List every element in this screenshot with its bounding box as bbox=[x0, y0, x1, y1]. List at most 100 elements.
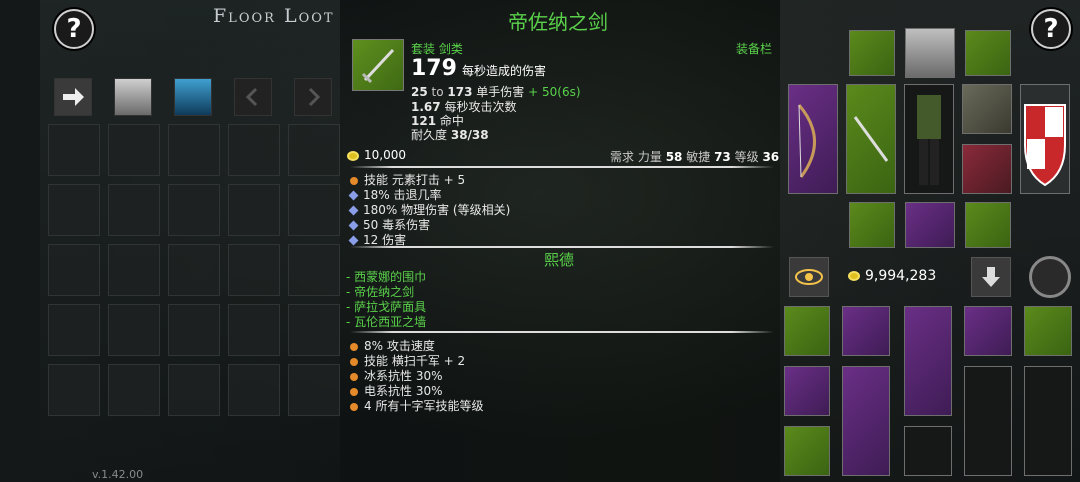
price-value: 10,000 bbox=[364, 148, 406, 162]
inventory-slot[interactable] bbox=[1024, 306, 1072, 356]
filter-white-button[interactable] bbox=[114, 78, 152, 116]
affix-text: 18% 击退几率 bbox=[363, 188, 442, 202]
armor-slot[interactable] bbox=[904, 84, 954, 194]
set-name: 熙德 bbox=[544, 251, 575, 269]
orange-bullet-icon bbox=[350, 176, 358, 185]
inventory-slot[interactable] bbox=[784, 306, 830, 356]
shield-icon bbox=[1024, 104, 1066, 187]
damage-min: 25 bbox=[411, 85, 428, 99]
inventory-slot[interactable] bbox=[842, 306, 890, 356]
set-bonus-text: 电系抗性 30% bbox=[364, 384, 443, 398]
loot-slot[interactable] bbox=[108, 364, 160, 416]
inventory-slot[interactable] bbox=[964, 306, 1012, 356]
loot-slot[interactable] bbox=[288, 244, 340, 296]
loot-slot[interactable] bbox=[288, 124, 340, 176]
inventory-slot[interactable] bbox=[784, 426, 830, 476]
chevron-left-icon bbox=[245, 87, 258, 107]
help-button-left[interactable]: ? bbox=[54, 9, 94, 49]
sort-down-button[interactable] bbox=[971, 257, 1011, 297]
affix-text: 技能 元素打击 + 5 bbox=[364, 173, 466, 187]
damage-bonus: + 50(6s) bbox=[528, 85, 581, 99]
floor-loot-title: Floor Loot bbox=[213, 5, 335, 27]
inventory-slot[interactable] bbox=[964, 366, 1012, 476]
gold-display: 9,994,283 bbox=[848, 268, 936, 284]
loot-slot[interactable] bbox=[48, 244, 100, 296]
loot-slot[interactable] bbox=[228, 364, 280, 416]
offhand-weapon-slot[interactable] bbox=[788, 84, 838, 194]
req-dex-label: 敏捷 bbox=[686, 150, 711, 164]
orange-bullet-icon bbox=[350, 402, 358, 411]
arrow-down-icon bbox=[982, 267, 1000, 287]
inventory-slot[interactable] bbox=[784, 366, 830, 416]
set-bonus-text: 冰系抗性 30% bbox=[364, 369, 443, 383]
help-button-right[interactable]: ? bbox=[1031, 9, 1071, 49]
equip-tag: 装备栏 bbox=[736, 42, 773, 56]
inventory-slot[interactable] bbox=[1024, 366, 1072, 476]
affix-text: 180% 物理伤害 (等级相关) bbox=[363, 203, 511, 217]
loot-slot[interactable] bbox=[168, 124, 220, 176]
blue-bullet-icon bbox=[348, 235, 359, 246]
loot-slot[interactable] bbox=[48, 364, 100, 416]
loot-slot[interactable] bbox=[108, 304, 160, 356]
inventory-slot[interactable] bbox=[904, 306, 952, 416]
belt-slot[interactable] bbox=[905, 202, 955, 248]
inventory-slot[interactable] bbox=[842, 366, 890, 476]
orange-bullet-icon bbox=[350, 387, 358, 396]
loot-slot[interactable] bbox=[288, 364, 340, 416]
gloves-slot[interactable] bbox=[962, 84, 1012, 134]
req-str-value: 58 bbox=[665, 150, 683, 164]
toggle-visibility-button[interactable] bbox=[789, 257, 829, 297]
gold-coin-icon bbox=[848, 271, 860, 281]
loot-slot[interactable] bbox=[228, 244, 280, 296]
loot-slot[interactable] bbox=[108, 124, 160, 176]
amulet-slot[interactable] bbox=[849, 30, 895, 76]
loot-slot[interactable] bbox=[108, 244, 160, 296]
loot-slot[interactable] bbox=[48, 124, 100, 176]
loot-slot[interactable] bbox=[168, 364, 220, 416]
req-level-label: 等级 bbox=[734, 150, 759, 164]
helmet-slot[interactable] bbox=[905, 28, 955, 78]
damage-max: 173 bbox=[447, 85, 473, 99]
orange-bullet-icon bbox=[350, 372, 358, 381]
arrow-right-icon bbox=[63, 88, 84, 106]
affix-text: 12 伤害 bbox=[363, 233, 407, 247]
loot-slot[interactable] bbox=[168, 304, 220, 356]
dps-line: 179 每秒造成的伤害 bbox=[411, 56, 546, 81]
loot-slot[interactable] bbox=[288, 184, 340, 236]
loot-slot[interactable] bbox=[48, 184, 100, 236]
set-item: - 瓦伦西亚之墙 bbox=[346, 315, 427, 329]
orange-bullet-icon bbox=[350, 342, 358, 351]
loot-slot[interactable] bbox=[228, 184, 280, 236]
prev-page-button[interactable] bbox=[234, 78, 272, 116]
req-label: 需求 bbox=[610, 150, 635, 164]
item-icon bbox=[352, 39, 404, 91]
set-bonus-text: 8% 攻击速度 bbox=[364, 339, 435, 353]
requirements-line: 需求 力量 58 敏捷 73 等级 36 bbox=[610, 148, 779, 165]
loot-slot[interactable] bbox=[228, 304, 280, 356]
boots-slot[interactable] bbox=[962, 144, 1012, 194]
cycle-button[interactable] bbox=[1029, 256, 1071, 298]
divider-1 bbox=[350, 166, 774, 168]
req-level-value: 36 bbox=[762, 150, 780, 164]
ring-right-slot[interactable] bbox=[965, 202, 1011, 248]
next-page-button[interactable] bbox=[294, 78, 332, 116]
ring-left-slot[interactable] bbox=[849, 202, 895, 248]
filter-blue-button[interactable] bbox=[174, 78, 212, 116]
loot-slot[interactable] bbox=[108, 184, 160, 236]
damage-to: to bbox=[431, 85, 444, 99]
loot-slot[interactable] bbox=[288, 304, 340, 356]
loot-slot[interactable] bbox=[168, 244, 220, 296]
set-bonus-text: 4 所有十字军技能等级 bbox=[364, 399, 484, 413]
chevron-right-icon bbox=[308, 87, 321, 107]
charm-slot[interactable] bbox=[965, 30, 1011, 76]
loot-slot[interactable] bbox=[48, 304, 100, 356]
loot-slot[interactable] bbox=[168, 184, 220, 236]
gold-value: 9,994,283 bbox=[865, 268, 937, 284]
main-weapon-slot[interactable] bbox=[846, 84, 896, 194]
set-bonus-row: 4 所有十字军技能等级 bbox=[350, 397, 483, 414]
shield-slot[interactable] bbox=[1020, 84, 1070, 194]
take-all-button[interactable] bbox=[54, 78, 92, 116]
loot-slot[interactable] bbox=[228, 124, 280, 176]
item-type: 套装 剑类 bbox=[411, 42, 463, 56]
inventory-slot[interactable] bbox=[904, 426, 952, 476]
